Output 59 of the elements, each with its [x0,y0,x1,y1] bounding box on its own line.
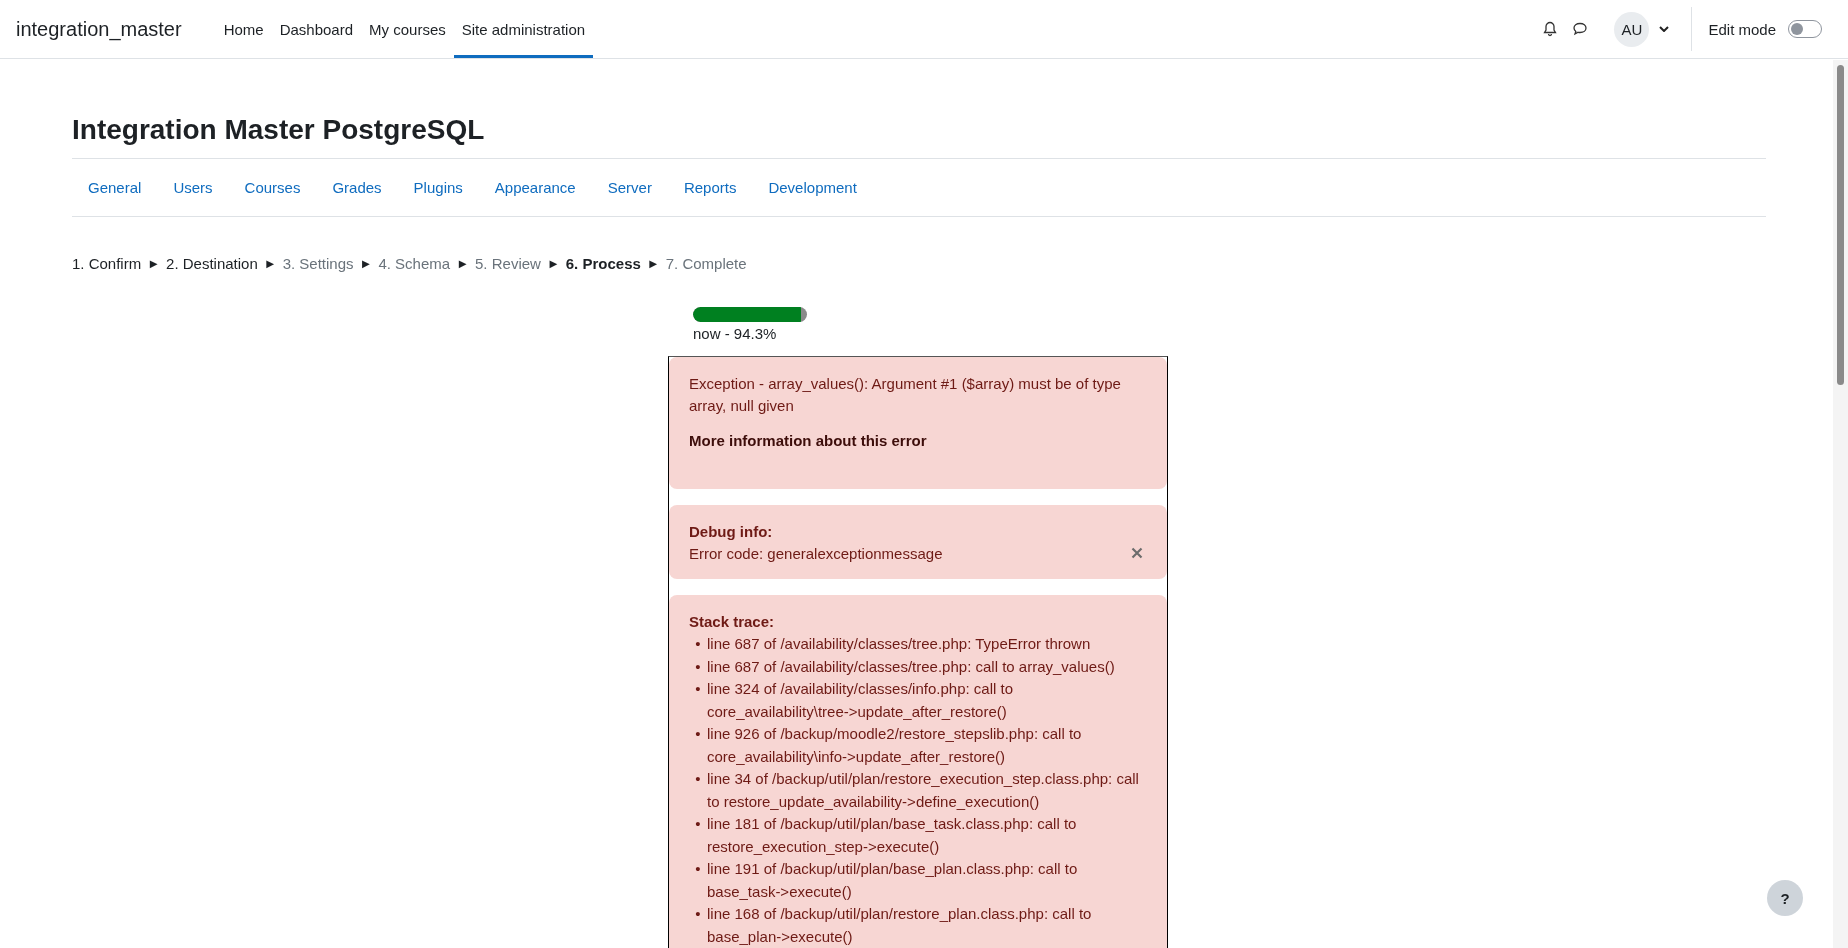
restore-step: 7. Complete [665,255,747,272]
restore-step: 5. Review [475,255,541,272]
admin-tab[interactable]: Grades [316,179,398,196]
debug-heading: Debug info: [689,522,774,542]
stack-trace-line: line 687 of /availability/classes/tree.php: TypeError thrown [707,634,1092,654]
bullet: • [694,859,702,879]
bell-icon[interactable] [1542,21,1559,37]
stack-trace-line: line 34 of /backup/util/plan/restore_execution_step.class.php: call to restore_update_availability->define_execution() [707,769,1140,812]
step-arrow: ► [147,256,161,271]
bullet: • [694,679,702,699]
admin-tab[interactable]: Appearance [478,179,592,196]
stack-trace-line: line 181 of /backup/util/plan/base_task.class.php: call to restore_execution_step->execute() [707,814,1078,857]
edit-mode-toggle[interactable] [1788,20,1822,38]
bullet: • [694,814,702,834]
restore-step: 2. Destination [166,255,258,272]
admin-tab[interactable]: Plugins [397,179,479,196]
bullet: • [694,656,702,677]
site-name[interactable]: integration_master [16,17,182,41]
close-icon[interactable] [1131,547,1143,559]
step-arrow: ► [546,256,560,271]
restore-step: 4. Schema [378,255,451,272]
progress-label: now - 94.3% [693,325,778,342]
stack-trace-line: line 168 of /backup/util/plan/restore_plan.class.php: call to base_plan->execute() [707,904,1093,947]
nav-link[interactable]: Home [215,0,272,58]
nav-link[interactable]: Site administration [453,0,594,58]
more-info-link[interactable]: More information about this error [689,432,1147,449]
bullet: • [694,904,702,924]
error-code: Error code: generalexceptionmessage [689,544,943,564]
admin-tab[interactable]: General [72,179,158,196]
help-button[interactable]: ? [1767,880,1803,916]
step-arrow: ► [359,256,373,271]
nav-link[interactable]: My courses [361,0,454,58]
user-avatar[interactable]: AU [1614,11,1650,47]
bullet: • [694,769,702,789]
stack-trace-heading: Stack trace: [689,612,776,632]
nav-link[interactable]: Dashboard [271,0,362,58]
admin-tab[interactable]: Courses [228,179,317,196]
bullet: • [694,634,702,654]
restore-step: 1. Confirm [72,255,142,272]
step-arrow: ► [456,256,470,271]
stack-trace-line: line 687 of /availability/classes/tree.php: call to array_values() [707,656,1116,677]
edit-mode-label: Edit mode [1708,20,1776,38]
stack-trace-line: line 926 of /backup/moodle2/restore_stepslib.php: call to core_availability\info->update_after_restore() [707,724,1083,767]
step-arrow: ► [646,256,660,271]
admin-tab[interactable]: Server [591,179,668,196]
bullet: • [694,724,702,744]
error-message: Exception - array_values(): Argument #1 ($array) must be of type array, null given [689,374,1122,416]
admin-tab[interactable]: Users [157,179,229,196]
page-title: Integration Master PostgreSQL [72,114,1766,159]
chevron-down-icon[interactable] [1659,26,1670,32]
admin-tab[interactable]: Reports [667,179,753,196]
stack-trace-line: line 324 of /availability/classes/info.php: call to core_availability\tree->update_after_restore() [707,679,1014,722]
restore-step: 3. Settings [282,255,354,272]
stack-trace-line: line 191 of /backup/util/plan/base_plan.class.php: call to base_task->execute() [707,859,1079,902]
scrollbar[interactable] [1833,60,1848,948]
admin-tab[interactable]: Development [752,179,873,196]
chat-icon[interactable] [1572,21,1589,37]
step-arrow: ► [263,256,277,271]
restore-step: 6. Process [565,255,641,272]
